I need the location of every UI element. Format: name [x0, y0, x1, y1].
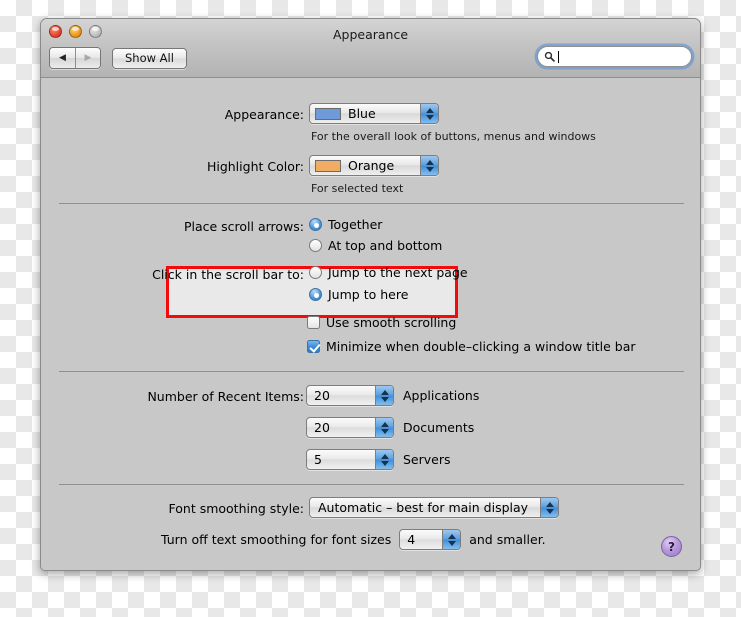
highlight-color-helper-text: For selected text	[311, 182, 404, 195]
checkbox-label: Minimize when double–clicking a window t…	[326, 339, 636, 354]
back-forward-segmented-control: ◀ ▶	[49, 47, 101, 69]
chevron-down-icon	[425, 114, 434, 120]
highlight-color-popup-value: Orange	[348, 158, 395, 173]
checkbox-label: Use smooth scrolling	[326, 315, 457, 330]
preferences-content: Appearance: Blue For the overall look of…	[41, 78, 700, 570]
appearance-color-swatch	[315, 107, 341, 120]
section-divider-3	[59, 484, 684, 485]
recent-items-row-servers: 5 Servers	[306, 449, 451, 470]
radio-label: Together	[328, 217, 383, 232]
recent-documents-stepper-arrows[interactable]	[375, 418, 393, 437]
appearance-preferences-window: Appearance ◀ ▶ Show All Appearance: Blue	[40, 18, 701, 571]
chevron-down-icon	[545, 508, 554, 514]
search-field[interactable]	[537, 46, 692, 67]
recent-items-row-documents: 20 Documents	[306, 417, 474, 438]
toolbar-nav-row: ◀ ▶ Show All	[49, 47, 187, 69]
font-smoothing-label: Font smoothing style:	[168, 501, 305, 516]
appearance-popup-arrows[interactable]	[420, 104, 438, 123]
checkbox-indicator	[307, 340, 320, 353]
section-divider-2	[59, 371, 684, 372]
recent-applications-value: 20	[314, 388, 330, 403]
appearance-popup-value: Blue	[348, 106, 376, 121]
radio-jump-next-page[interactable]: Jump to the next page	[309, 265, 468, 280]
chevron-up-icon	[545, 501, 554, 507]
radio-indicator	[309, 239, 322, 252]
text-smoothing-stepper-arrows[interactable]	[442, 530, 461, 549]
radio-scroll-arrows-together[interactable]: Together	[309, 217, 382, 232]
highlight-color-popup-arrows[interactable]	[420, 156, 438, 175]
radio-indicator	[309, 266, 322, 279]
text-smoothing-size-value: 4	[407, 532, 416, 547]
chevron-up-icon	[380, 421, 389, 427]
scroll-bar-click-label: Click in the scroll bar to:	[152, 267, 304, 282]
recent-items-label: Number of Recent Items:	[147, 389, 304, 404]
chevron-up-icon	[447, 533, 456, 539]
place-scroll-arrows-label: Place scroll arrows:	[183, 219, 304, 234]
highlight-color-popup-button[interactable]: Orange	[309, 155, 439, 176]
recent-applications-stepper-arrows[interactable]	[375, 386, 393, 405]
text-smoothing-size-stepper[interactable]: 4	[399, 529, 462, 550]
recent-servers-stepper-arrows[interactable]	[375, 450, 393, 469]
window-titlebar: Appearance ◀ ▶ Show All	[41, 19, 700, 78]
section-divider-1	[59, 203, 684, 204]
appearance-popup-button[interactable]: Blue	[309, 103, 439, 124]
chevron-down-icon	[447, 540, 456, 546]
window-title: Appearance	[332, 27, 409, 42]
radio-label: Jump to the next page	[328, 265, 468, 280]
chevron-down-icon	[380, 428, 389, 434]
highlight-color-swatch	[315, 159, 341, 172]
chevron-up-icon	[380, 453, 389, 459]
appearance-label: Appearance:	[224, 107, 304, 122]
recent-servers-stepper[interactable]: 5	[306, 449, 394, 470]
radio-label: Jump to here	[328, 287, 409, 302]
recent-applications-trailing-label: Applications	[403, 388, 480, 403]
recent-applications-stepper[interactable]: 20	[306, 385, 394, 406]
radio-label: At top and bottom	[328, 238, 443, 253]
font-smoothing-popup-button[interactable]: Automatic – best for main display	[309, 497, 559, 518]
text-smoothing-prefix: Turn off text smoothing for font sizes	[161, 532, 392, 547]
recent-items-row-applications: 20 Applications	[306, 385, 479, 406]
font-smoothing-popup-value: Automatic – best for main display	[318, 500, 529, 515]
back-button[interactable]: ◀	[50, 48, 75, 68]
radio-scroll-arrows-top-bottom[interactable]: At top and bottom	[309, 238, 442, 253]
show-all-button[interactable]: Show All	[112, 47, 187, 69]
checkbox-indicator	[307, 316, 320, 329]
radio-jump-to-here[interactable]: Jump to here	[309, 287, 408, 302]
forward-button[interactable]: ▶	[75, 48, 100, 68]
checkbox-minimize-on-double-click[interactable]: Minimize when double–clicking a window t…	[307, 339, 636, 354]
text-smoothing-row: Turn off text smoothing for font sizes 4…	[161, 529, 546, 550]
radio-indicator	[309, 288, 322, 301]
help-button[interactable]: ?	[661, 536, 682, 557]
appearance-helper-text: For the overall look of buttons, menus a…	[311, 130, 596, 143]
highlight-color-label: Highlight Color:	[206, 159, 304, 174]
recent-documents-stepper[interactable]: 20	[306, 417, 394, 438]
font-smoothing-popup-arrows[interactable]	[540, 498, 558, 517]
recent-documents-value: 20	[314, 420, 330, 435]
radio-indicator	[309, 218, 322, 231]
chevron-up-icon	[425, 107, 434, 113]
search-icon	[544, 51, 555, 62]
recent-servers-value: 5	[314, 452, 322, 467]
chevron-up-icon	[380, 389, 389, 395]
recent-servers-trailing-label: Servers	[403, 452, 451, 467]
recent-documents-trailing-label: Documents	[403, 420, 475, 435]
chevron-down-icon	[380, 460, 389, 466]
chevron-down-icon	[425, 166, 434, 172]
chevron-down-icon	[380, 396, 389, 402]
text-smoothing-suffix: and smaller.	[469, 532, 546, 547]
checkbox-use-smooth-scrolling[interactable]: Use smooth scrolling	[307, 315, 456, 330]
chevron-up-icon	[425, 159, 434, 165]
search-input[interactable]	[558, 50, 685, 63]
